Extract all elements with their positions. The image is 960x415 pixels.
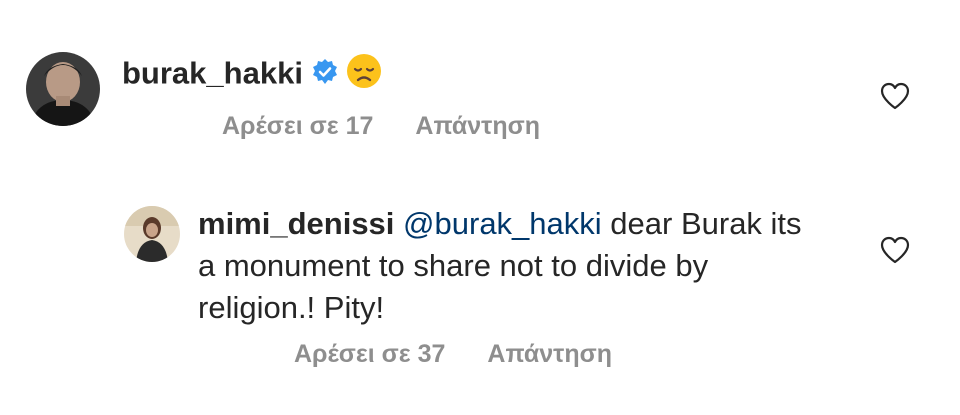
heart-outline-icon[interactable] (880, 82, 910, 110)
comment-burak: burak_hakki Αρέσει σε 17 Απάντηση (0, 0, 960, 180)
verified-badge-icon (311, 57, 339, 95)
comment-meta: Αρέσει σε 17 Απάντηση (222, 112, 582, 141)
comment-text: dear Burak its (610, 206, 802, 241)
username[interactable]: burak_hakki (122, 56, 303, 91)
avatar[interactable] (124, 206, 180, 262)
likes-count[interactable]: Αρέσει σε 17 (222, 112, 373, 140)
reply-button[interactable]: Απάντηση (415, 112, 540, 140)
comment-text-line: mimi_denissi @burak_hakki dear Burak its (198, 205, 802, 243)
heart-outline-icon[interactable] (880, 236, 910, 264)
comment-text-line: a monument to share not to divide by (198, 247, 708, 285)
mention-link[interactable]: @burak_hakki (403, 206, 602, 241)
comment-text: religion.! Pity! (198, 290, 385, 325)
avatar[interactable] (26, 52, 100, 126)
disappointed-face-icon (345, 52, 383, 99)
comment-text: a monument to share not to divide by (198, 248, 709, 283)
comment-text-line: religion.! Pity! (198, 289, 384, 327)
comment-header: burak_hakki (122, 52, 383, 99)
likes-count[interactable]: Αρέσει σε 37 (294, 340, 445, 368)
username[interactable]: mimi_denissi (198, 206, 394, 241)
comment-meta: Αρέσει σε 37 Απάντηση (294, 340, 654, 369)
comment-mimi: mimi_denissi @burak_hakki dear Burak its… (0, 180, 960, 415)
reply-button[interactable]: Απάντηση (487, 340, 612, 368)
